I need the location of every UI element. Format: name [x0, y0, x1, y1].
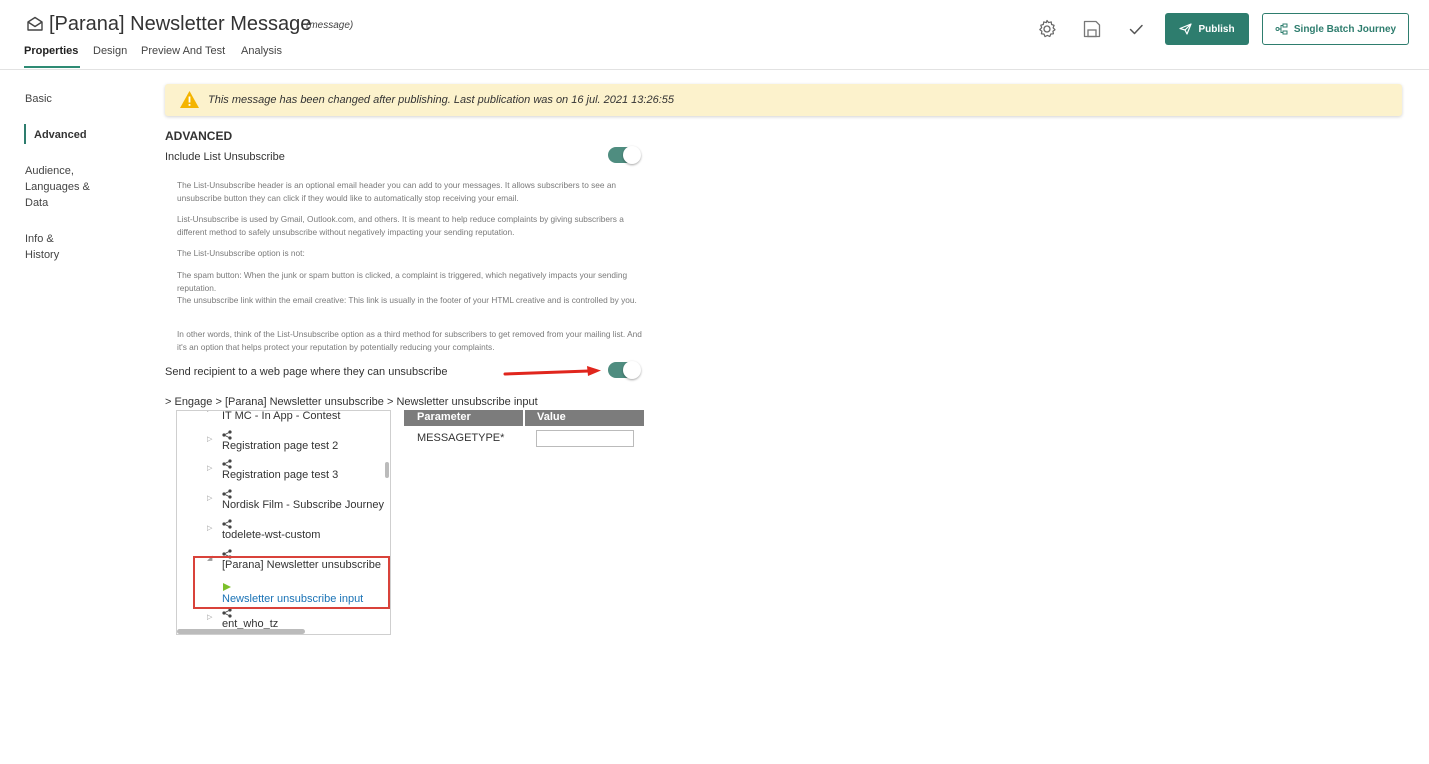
input-trigger-icon	[223, 583, 231, 591]
tree-item-label: Registration page test 3	[222, 469, 339, 481]
tab-properties[interactable]: Properties	[24, 45, 78, 57]
expand-arrow-icon[interactable]: ▷	[207, 411, 212, 413]
warning-icon	[180, 91, 199, 108]
sidebar-item-basic[interactable]: Basic	[25, 91, 52, 107]
publish-label: Publish	[1198, 23, 1235, 35]
send-to-web-page-label: Send recipient to a web page where they …	[165, 366, 448, 378]
tree-item-label: todelete-wst-custom	[222, 529, 321, 541]
parameter-name: MESSAGETYPE*	[417, 432, 505, 444]
description-paragraph: The spam button: When the junk or spam b…	[177, 270, 628, 293]
tab-analysis[interactable]: Analysis	[241, 45, 282, 57]
description-paragraph: The List-Unsubscribe header is an option…	[177, 180, 617, 203]
tab-design[interactable]: Design	[93, 45, 127, 57]
section-heading: ADVANCED	[165, 129, 233, 143]
tree-item[interactable]: ▷ Registration page test 3	[177, 459, 390, 489]
single-batch-journey-button[interactable]: Single Batch Journey	[1262, 13, 1409, 45]
column-separator	[523, 410, 525, 426]
journey-flow-icon	[1275, 23, 1288, 35]
paper-plane-icon	[1179, 23, 1193, 35]
expand-arrow-icon[interactable]: ▷	[207, 435, 212, 443]
tree-item[interactable]: ▷ IT MC - In App - Contest	[177, 410, 390, 430]
include-list-unsubscribe-label: Include List Unsubscribe	[165, 151, 285, 163]
tree-item[interactable]: ▷ todelete-wst-custom	[177, 519, 390, 549]
tree-child-selected[interactable]: Newsletter unsubscribe input	[222, 593, 363, 605]
sidebar-item-audience-languages-data[interactable]: Audience, Languages & Data	[25, 163, 95, 211]
active-tab-indicator	[24, 66, 80, 68]
description-paragraph: List-Unsubscribe is used by Gmail, Outlo…	[177, 214, 624, 237]
tree-item-label: Nordisk Film - Subscribe Journey	[222, 499, 384, 511]
publish-button[interactable]: Publish	[1165, 13, 1249, 45]
journey-node-icon	[222, 519, 232, 529]
sidebar-item-advanced[interactable]: Advanced	[34, 127, 87, 143]
sidebar-item-info-history[interactable]: Info & History	[25, 231, 75, 263]
journey-node-icon	[222, 459, 232, 469]
expand-arrow-icon[interactable]: ▷	[207, 464, 212, 472]
header-divider	[0, 69, 1429, 70]
single-batch-label: Single Batch Journey	[1293, 23, 1397, 35]
include-list-unsubscribe-toggle[interactable]	[608, 146, 641, 164]
tree-horizontal-scrollbar[interactable]	[177, 629, 305, 634]
tab-preview-and-test[interactable]: Preview And Test	[141, 45, 225, 57]
tree-vertical-scrollbar[interactable]	[385, 462, 389, 478]
checkmark-icon[interactable]	[1125, 18, 1147, 40]
breadcrumb: > Engage > [Parana] Newsletter unsubscri…	[165, 396, 538, 408]
tree-item[interactable]: ▷ Nordisk Film - Subscribe Journey	[177, 489, 390, 519]
annotation-arrow-icon	[503, 366, 601, 376]
description-paragraph: In other words, think of the List-Unsubs…	[177, 329, 642, 352]
column-header-parameter: Parameter	[417, 411, 471, 423]
journey-node-icon	[222, 489, 232, 499]
expand-arrow-icon[interactable]: ▷	[207, 613, 212, 621]
column-header-value: Value	[537, 411, 566, 423]
tree-item-label: IT MC - In App - Contest	[222, 410, 341, 422]
tree-item-label: Registration page test 2	[222, 440, 339, 452]
alert-message: This message has been changed after publ…	[208, 94, 674, 106]
page-subtitle: (message)	[306, 20, 354, 31]
expand-arrow-icon[interactable]: ▷	[207, 524, 212, 532]
send-to-web-page-toggle[interactable]	[608, 361, 641, 379]
sidebar-active-indicator	[24, 124, 26, 144]
gear-icon[interactable]	[1036, 18, 1058, 40]
tree-item[interactable]: ▷ Registration page test 2	[177, 430, 390, 460]
description-paragraph: The unsubscribe link within the email cr…	[177, 295, 637, 305]
journey-node-icon	[222, 608, 232, 618]
message-envelope-icon	[27, 16, 43, 31]
page-title: [Parana] Newsletter Message	[49, 13, 312, 35]
save-icon[interactable]	[1081, 18, 1103, 40]
parameter-value-input[interactable]	[536, 430, 634, 447]
expand-arrow-icon[interactable]: ▷	[207, 494, 212, 502]
description-paragraph: The List-Unsubscribe option is not:	[177, 248, 305, 258]
journey-node-icon	[222, 430, 232, 440]
